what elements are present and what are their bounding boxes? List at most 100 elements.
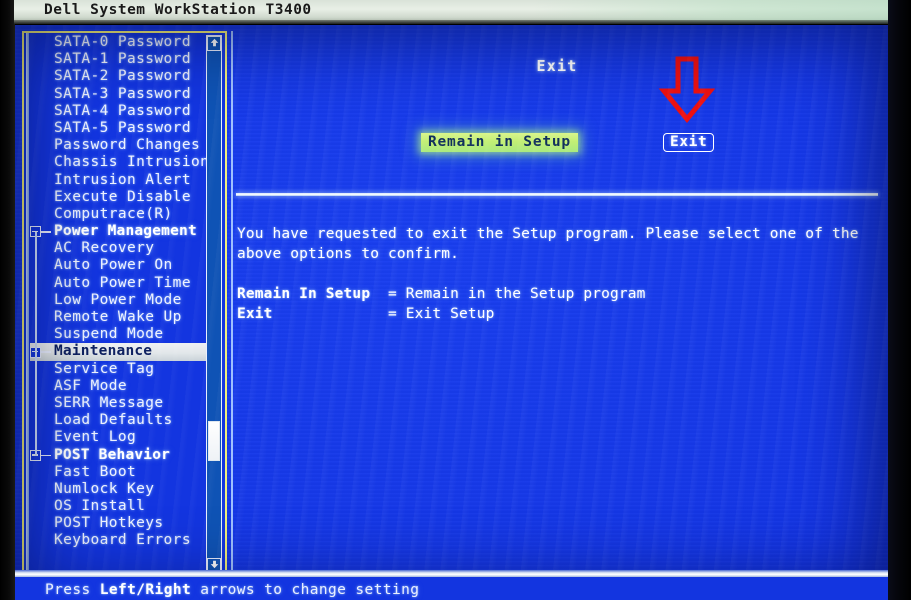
exit-button[interactable]: Exit: [663, 133, 715, 152]
sidebar-item-label: Power Management: [54, 223, 197, 240]
sidebar-item-sata-5-password[interactable]: SATA-5 Password: [30, 120, 206, 137]
sidebar-item-label: Password Changes: [54, 137, 201, 154]
tree-trunk-line: [35, 232, 37, 456]
sidebar-item-serr-message[interactable]: SERR Message: [30, 395, 206, 412]
sidebar-item-numlock-key[interactable]: Numlock Key: [30, 481, 206, 498]
sidebar-item-label: POST Behavior: [54, 446, 171, 463]
sidebar-item-intrusion-alert[interactable]: Intrusion Alert: [30, 172, 206, 189]
sidebar-item-service-tag[interactable]: Service Tag: [30, 361, 206, 378]
sidebar-inner-edge: [26, 33, 29, 576]
sidebar-item-label: ASF Mode: [54, 377, 128, 394]
exit-description-text: You have requested to exit the Setup pro…: [237, 226, 859, 262]
sidebar-item-label: AC Recovery: [54, 240, 155, 257]
photo-left-margin: [0, 0, 15, 600]
tree-connector-line: [41, 231, 51, 233]
footer-prefix: Press: [45, 582, 100, 598]
sidebar-item-sata-4-password[interactable]: SATA-4 Password: [30, 103, 206, 120]
sidebar-item-execute-disable[interactable]: Execute Disable: [30, 189, 206, 206]
sidebar-item-label: Fast Boot: [54, 463, 137, 480]
page-title: Exit: [536, 57, 578, 75]
crt-photo-frame: Dell System WorkStation T3400 SATA-0 Pas…: [0, 0, 911, 600]
sidebar-item-os-install[interactable]: OS Install: [30, 498, 206, 515]
footer-separator: [15, 570, 888, 577]
sidebar-scrollbar-track[interactable]: [206, 35, 222, 574]
sidebar-item-event-log[interactable]: Event Log: [30, 429, 206, 446]
sidebar-item-auto-power-on[interactable]: Auto Power On: [30, 257, 206, 274]
tree-connector-line: [41, 454, 51, 457]
sidebar-item-label: SERR Message: [54, 394, 164, 411]
exit-legend-description: Exit Setup: [405, 306, 495, 322]
sidebar-item-label: Service Tag: [54, 360, 155, 377]
exit-legend-separator: =: [387, 306, 406, 322]
sidebar-scrollbar-thumb[interactable]: [208, 421, 220, 461]
sidebar-item-password-changes[interactable]: Password Changes: [30, 137, 206, 154]
sidebar-item-label: SATA-5 Password: [54, 119, 191, 136]
window-title: Dell System WorkStation T3400: [44, 2, 312, 18]
sidebar-item-label: Maintenance: [54, 343, 153, 360]
footer-hint-text: Press Left/Right arrows to change settin…: [45, 582, 419, 598]
exit-legend-term: Exit: [237, 306, 273, 322]
exit-options-row: Remain in Setup Exit: [233, 133, 881, 155]
sidebar-item-label: Low Power Mode: [54, 291, 182, 308]
bios-main-panel: Exit Remain in Setup Exit You have reque…: [231, 31, 881, 578]
sidebar-item-label: SATA-1 Password: [54, 51, 191, 68]
sidebar-item-post-hotkeys[interactable]: POST Hotkeys: [30, 515, 206, 532]
sidebar-item-label: Computrace(R): [54, 205, 173, 222]
sidebar-item-fast-boot[interactable]: Fast Boot: [30, 464, 206, 481]
sidebar-item-sata-2-password[interactable]: SATA-2 Password: [30, 68, 206, 85]
tree-connector-line: [41, 351, 51, 353]
scroll-up-arrow-icon[interactable]: [207, 36, 221, 51]
sidebar-item-label: Intrusion Alert: [54, 171, 191, 188]
sidebar-item-auto-power-time[interactable]: Auto Power Time: [30, 275, 206, 292]
exit-legend-separator: =: [387, 286, 406, 302]
sidebar-item-label: Remote Wake Up: [54, 309, 182, 325]
sidebar-item-asf-mode[interactable]: ASF Mode: [30, 378, 206, 395]
sidebar-item-post-behavior[interactable]: POST Behavior: [30, 447, 206, 464]
sidebar-item-keyboard-errors[interactable]: Keyboard Errors: [30, 532, 206, 549]
sidebar-item-label: SATA-4 Password: [54, 102, 191, 119]
exit-legend-description: Remain in the Setup program: [405, 286, 646, 302]
exit-legend-pad: [370, 286, 388, 302]
footer-key-hint: Left/Right: [99, 582, 192, 598]
sidebar-item-sata-0-password[interactable]: SATA-0 Password: [30, 34, 206, 51]
sidebar-item-label: Execute Disable: [54, 188, 191, 205]
sidebar-item-label: Chassis Intrusion: [54, 154, 210, 171]
title-bar-shadow: [14, 20, 888, 24]
sidebar-item-low-power-mode[interactable]: Low Power Mode: [30, 292, 206, 309]
bios-footer-bar: Press Left/Right arrows to change settin…: [15, 577, 888, 600]
sidebar-item-label: SATA-2 Password: [54, 68, 191, 85]
exit-legend-term: Remain In Setup: [237, 286, 371, 302]
sidebar-item-maintenance[interactable]: Maintenance: [30, 343, 206, 361]
sidebar-item-load-defaults[interactable]: Load Defaults: [30, 412, 206, 429]
exit-legend-list: Remain In Setup = Remain in the Setup pr…: [237, 284, 883, 324]
remain-in-setup-button[interactable]: Remain in Setup: [421, 133, 578, 152]
bios-menu-list[interactable]: SATA-0 Password SATA-1 Password SATA-2 Pas…: [30, 34, 210, 550]
bios-menu-sidebar[interactable]: SATA-0 Password SATA-1 Password SATA-2 Pas…: [22, 31, 227, 578]
sidebar-item-label: OS Install: [54, 498, 146, 515]
sidebar-item-label: Auto Power On: [54, 257, 173, 274]
sidebar-item-suspend-mode[interactable]: Suspend Mode: [30, 326, 206, 343]
sidebar-item-label: POST Hotkeys: [54, 515, 164, 532]
sidebar-item-ac-recovery[interactable]: AC Recovery: [30, 240, 206, 257]
exit-description-block: You have requested to exit the Setup pro…: [237, 224, 883, 324]
sidebar-item-computrace-r[interactable]: Computrace(R): [30, 206, 206, 223]
sidebar-item-label: Keyboard Errors: [54, 532, 191, 549]
sidebar-item-label: SATA-3 Password: [54, 85, 191, 102]
sidebar-item-chassis-intrusion[interactable]: Chassis Intrusion: [30, 154, 210, 171]
photo-right-margin: [888, 0, 911, 600]
sidebar-item-sata-3-password[interactable]: SATA-3 Password: [30, 86, 206, 103]
sidebar-item-power-management[interactable]: Power Management: [30, 223, 206, 240]
sidebar-item-label: SATA-0 Password: [54, 34, 191, 50]
sidebar-item-label: Event Log: [54, 429, 137, 446]
sidebar-item-sata-1-password[interactable]: SATA-1 Password: [30, 51, 206, 68]
sidebar-item-label: Load Defaults: [54, 412, 173, 429]
exit-legend-row: Exit = Exit Setup: [237, 304, 883, 324]
sidebar-item-label: Suspend Mode: [54, 326, 164, 343]
footer-suffix: arrows to change setting: [191, 582, 420, 598]
sidebar-item-label: Numlock Key: [54, 480, 155, 497]
horizontal-separator: [236, 193, 878, 196]
exit-legend-row: Remain In Setup = Remain in the Setup pr…: [237, 284, 883, 304]
sidebar-item-label: Auto Power Time: [54, 274, 191, 291]
sidebar-item-remote-wake-up[interactable]: Remote Wake Up: [30, 309, 206, 326]
exit-legend-pad: [273, 306, 388, 322]
